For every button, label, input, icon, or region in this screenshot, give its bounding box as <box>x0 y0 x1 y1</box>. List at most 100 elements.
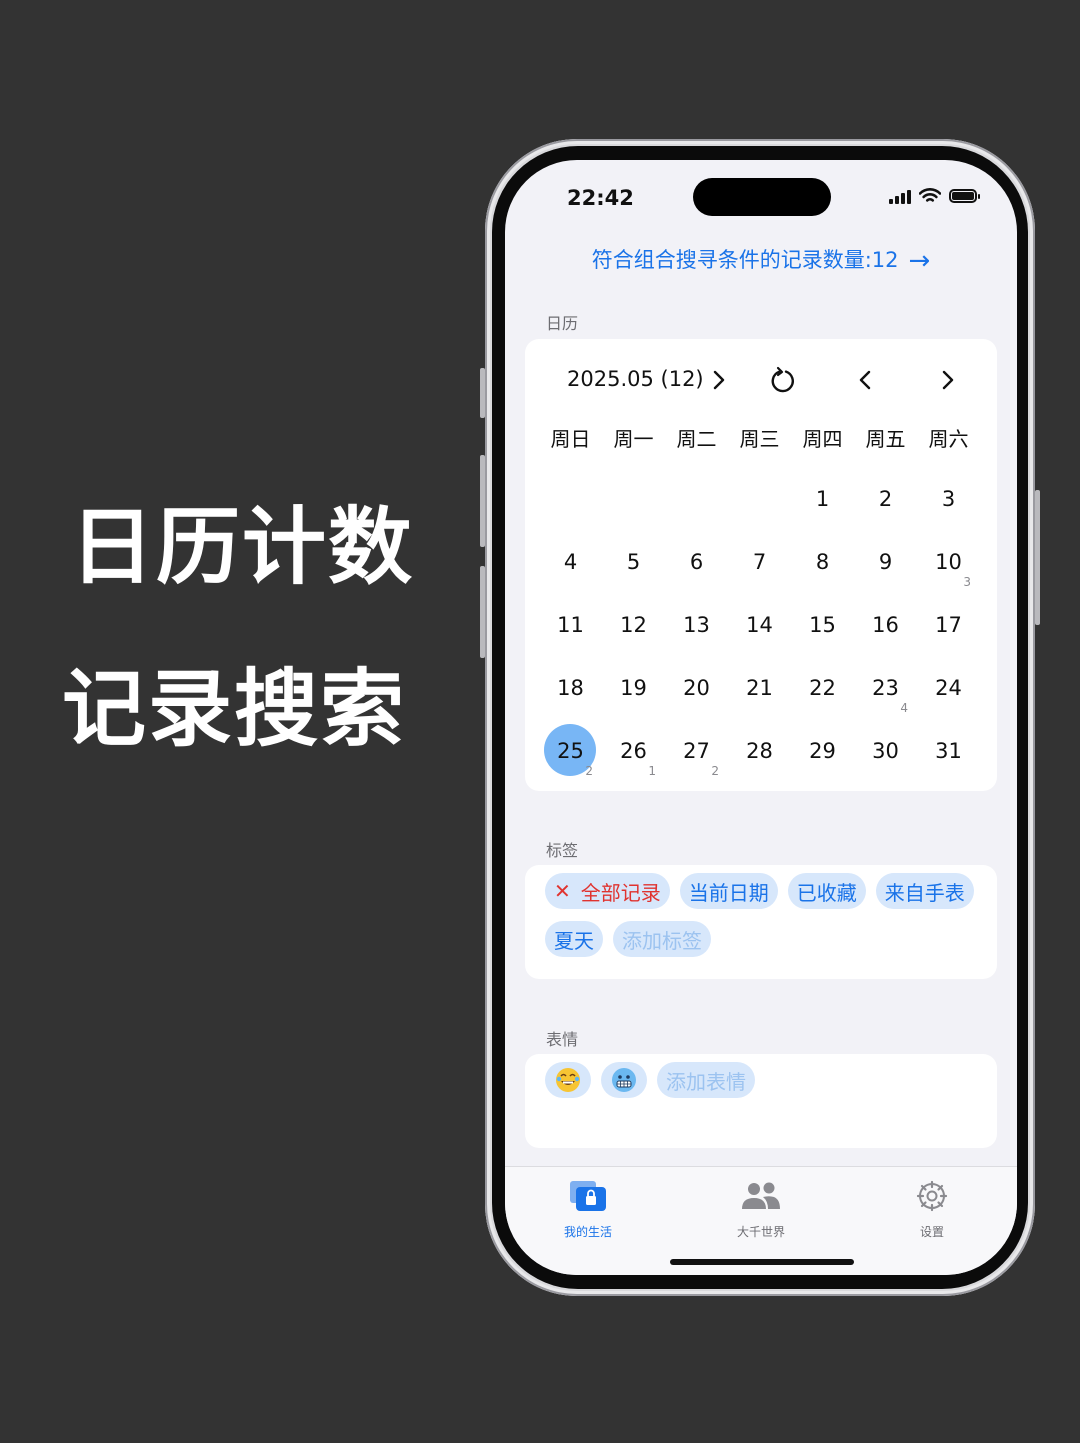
laughing-tears-emoji-icon <box>556 1068 580 1092</box>
tab-my-life[interactable]: 我的生活 <box>528 1179 648 1240</box>
tag-chip[interactable]: ✕ 全部记录 <box>545 873 670 909</box>
tag-chip-list: ✕ 全部记录 当前日期 已收藏 来自手表夏天 添加标签 <box>545 873 977 957</box>
month-label[interactable]: 2025.05 (12) <box>567 367 704 391</box>
calendar-day[interactable]: 15 <box>791 593 854 656</box>
calendar-day[interactable]: 24 <box>917 656 980 719</box>
calendar-day-record-count: 2 <box>711 764 719 778</box>
tab-world[interactable]: 大千世界 <box>701 1179 821 1240</box>
calendar-day-number: 27 <box>683 738 710 763</box>
calendar-blank-cell <box>665 467 728 530</box>
search-result-count-text: 符合组合搜寻条件的记录数量:12 <box>591 248 899 272</box>
remove-tag-icon[interactable]: ✕ <box>554 879 571 903</box>
calendar-day[interactable]: 29 <box>791 719 854 782</box>
calendar-day-record-count: 1 <box>648 764 656 778</box>
calendar-day-number: 23 <box>872 675 899 700</box>
search-result-link[interactable]: 符合组合搜寻条件的记录数量:12 → <box>505 244 1017 276</box>
calendar-day[interactable]: 11 <box>539 593 602 656</box>
calendar-day-record-count: 4 <box>900 701 908 715</box>
tag-chip[interactable]: 已收藏 <box>787 873 866 909</box>
home-indicator[interactable] <box>670 1259 854 1265</box>
tag-chip-label: 全部记录 <box>580 880 661 905</box>
calendar-day-number: 20 <box>683 675 710 700</box>
calendar-day-number: 10 <box>935 549 962 574</box>
weekday-label: 周六 <box>928 427 969 451</box>
calendar-day[interactable]: 30 <box>854 719 917 782</box>
weekday-label: 周四 <box>802 427 843 451</box>
tags-section-title: 标签 <box>546 841 579 860</box>
calendar-day[interactable]: 23 4 <box>854 656 917 719</box>
promo-title-line2: 记录搜索 <box>62 660 407 758</box>
calendar-day-number: 16 <box>872 612 899 637</box>
calendar-day[interactable]: 16 <box>854 593 917 656</box>
calendar-day[interactable]: 28 <box>728 719 791 782</box>
calendar-day-number: 24 <box>935 675 962 700</box>
calendar-day-number: 21 <box>746 675 773 700</box>
previous-month-chevron-icon[interactable] <box>858 363 872 406</box>
calendar-day[interactable]: 31 <box>917 719 980 782</box>
calendar-day[interactable]: 12 <box>602 593 665 656</box>
my-life-icon <box>570 1181 606 1211</box>
calendar-day-number: 31 <box>935 738 962 763</box>
calendar-day[interactable]: 17 <box>917 593 980 656</box>
add-emotion-chip[interactable]: 添加表情 <box>657 1062 755 1098</box>
tag-chip[interactable]: 当前日期 <box>679 873 778 909</box>
phone-screen: 22:42 符合组合搜寻条件的记录数量:12 → 日历 2025.05 (12) <box>505 160 1017 1275</box>
calendar-day[interactable]: 3 <box>917 467 980 530</box>
power-button <box>1035 490 1040 625</box>
calendar-day[interactable]: 19 <box>602 656 665 719</box>
cellular-signal-icon <box>889 188 911 204</box>
tag-chip[interactable]: 夏天 <box>545 921 603 957</box>
calendar-day[interactable]: 8 <box>791 530 854 593</box>
tag-chip-label: 已收藏 <box>796 880 857 905</box>
calendar-day-selected[interactable]: 25 2 <box>539 719 602 782</box>
calendar-day[interactable]: 18 <box>539 656 602 719</box>
calendar-day-record-count: 2 <box>585 764 593 778</box>
status-time: 22:42 <box>567 186 634 210</box>
add-tag-chip[interactable]: 添加标签 <box>613 921 711 957</box>
emotion-chip[interactable] <box>601 1062 647 1098</box>
calendar-day[interactable]: 21 <box>728 656 791 719</box>
status-icons <box>889 188 980 204</box>
calendar-day[interactable]: 10 3 <box>917 530 980 593</box>
calendar-day-number: 1 <box>815 486 830 511</box>
calendar-day-number: 19 <box>620 675 647 700</box>
tab-my-life-label: 我的生活 <box>563 1225 612 1239</box>
volume-up-button <box>480 455 485 547</box>
calendar-day-number: 7 <box>752 549 767 574</box>
calendar-day-number: 29 <box>809 738 836 763</box>
calendar-day[interactable]: 1 <box>791 467 854 530</box>
tag-chip-label: 当前日期 <box>688 880 769 905</box>
calendar-days-grid: 1 2 3 4 5 6 7 8 9 10 3 11 12 13 14 15 16 17 18 19 20 21 22 23 4 2… <box>539 467 980 782</box>
weekday-label: 周五 <box>865 427 906 451</box>
month-picker-chevron-icon[interactable] <box>712 363 726 406</box>
calendar-day[interactable]: 4 <box>539 530 602 593</box>
calendar-day[interactable]: 27 2 <box>665 719 728 782</box>
next-month-chevron-icon[interactable] <box>941 363 955 406</box>
calendar-day[interactable]: 13 <box>665 593 728 656</box>
calendar-day-number: 11 <box>557 612 584 637</box>
calendar-day-number: 25 <box>557 738 584 763</box>
calendar-day[interactable]: 9 <box>854 530 917 593</box>
calendar-day-number: 30 <box>872 738 899 763</box>
calendar-day[interactable]: 5 <box>602 530 665 593</box>
calendar-day-number: 26 <box>620 738 647 763</box>
weekday-label: 周日 <box>550 427 591 451</box>
calendar-day[interactable]: 22 <box>791 656 854 719</box>
calendar-day-number: 6 <box>689 549 704 574</box>
calendar-day-number: 17 <box>935 612 962 637</box>
tab-settings[interactable]: 设置 <box>872 1179 992 1240</box>
calendar-day-number: 3 <box>941 486 956 511</box>
promo-title-line1: 日历计数 <box>70 498 415 596</box>
calendar-day[interactable]: 2 <box>854 467 917 530</box>
calendar-day[interactable]: 14 <box>728 593 791 656</box>
calendar-day[interactable]: 26 1 <box>602 719 665 782</box>
calendar-day-record-count: 3 <box>963 575 971 589</box>
tag-chip[interactable]: 来自手表 <box>875 873 974 909</box>
calendar-day-number: 22 <box>809 675 836 700</box>
calendar-day[interactable]: 6 <box>665 530 728 593</box>
reset-refresh-icon[interactable] <box>770 363 796 406</box>
calendar-day[interactable]: 20 <box>665 656 728 719</box>
calendar-day[interactable]: 7 <box>728 530 791 593</box>
emotion-chip[interactable] <box>545 1062 591 1098</box>
battery-icon <box>949 189 980 203</box>
